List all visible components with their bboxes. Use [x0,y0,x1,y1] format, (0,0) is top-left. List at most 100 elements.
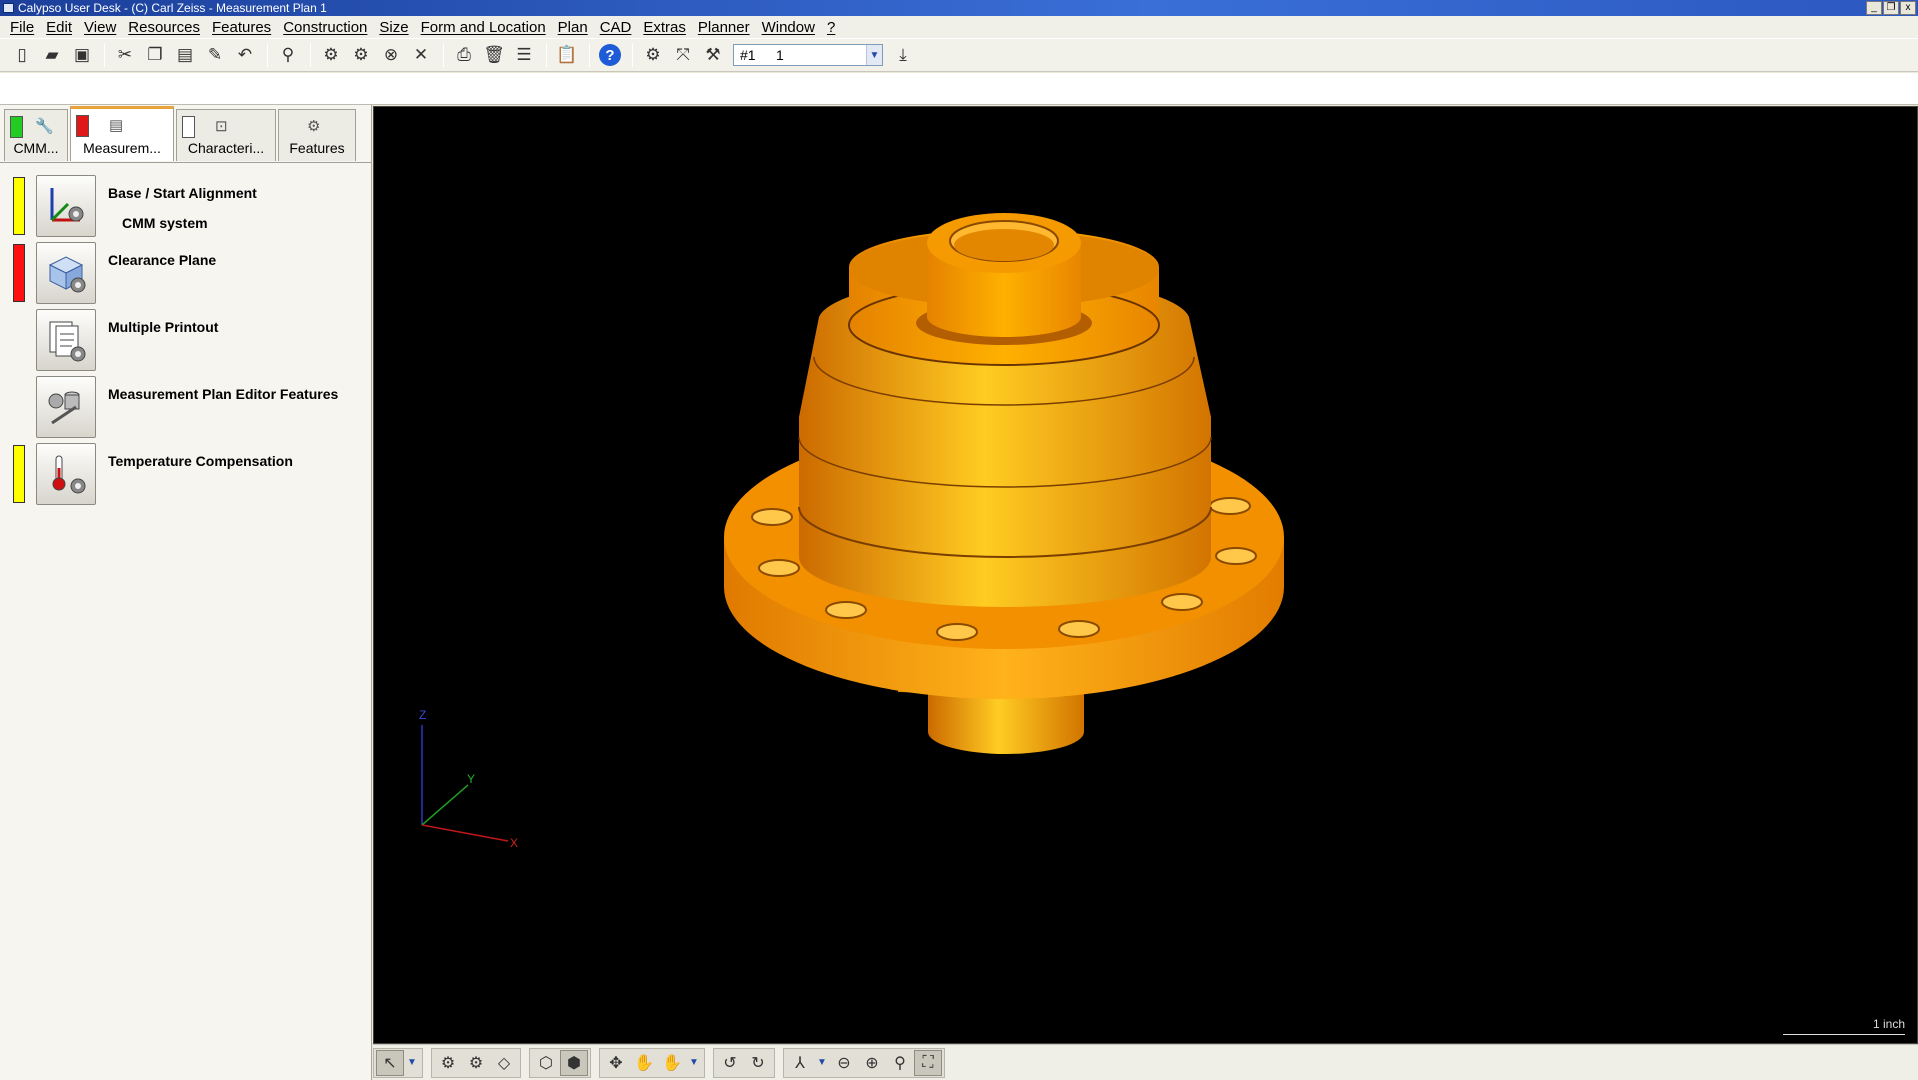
app-icon [3,3,14,13]
chevron-down-icon[interactable]: ▼ [814,1050,830,1076]
menu-edit[interactable]: Edit [41,19,79,36]
chevron-down-icon[interactable]: ▼ [404,1050,420,1076]
menu-size[interactable]: Size [374,19,415,36]
plan-item-editor-features[interactable]: Measurement Plan Editor Features [0,376,370,438]
editor-features-icon[interactable] [36,376,96,438]
transform-tool-icon[interactable]: ⊗ [377,41,405,69]
menu-planner[interactable]: Planner [693,19,757,36]
alignment-icon[interactable] [36,175,96,237]
window-title: Calypso User Desk - (C) Carl Zeiss - Mea… [18,1,327,15]
characteristic-icon: ⊡ [215,118,228,135]
restore-button[interactable]: ❐ [1883,1,1899,15]
printout-icon[interactable] [36,309,96,371]
tab-status-indicator [10,116,23,138]
tab-label: Characteri... [187,140,265,156]
cut-icon[interactable]: ✂ [111,41,139,69]
menu-plan[interactable]: Plan [553,19,595,36]
tab-label: Measurem... [83,140,161,156]
clipboard-icon[interactable]: 📋 [553,41,581,69]
zoom-out-icon[interactable]: ⊖ [830,1050,858,1076]
open-folder-icon[interactable]: ▰ [38,41,66,69]
pan-icon[interactable]: ✥ [602,1050,630,1076]
plan-item-label: Base / Start Alignment [108,185,257,201]
plan-icon: ▤ [109,117,124,134]
probe-axis-icon[interactable]: ⤧ [669,41,697,69]
probe-id: #1 [740,47,756,63]
delete-icon[interactable]: 🗑 [480,41,508,69]
paste-icon[interactable]: ▤ [171,41,199,69]
clearance-plane-icon[interactable] [36,242,96,304]
plan-item-label: Clearance Plane [108,252,217,268]
feature-filter-icon[interactable]: ⚙ [462,1050,490,1076]
zoom-window-icon[interactable]: ⚲ [886,1050,914,1076]
minimize-button[interactable]: _ [1866,1,1882,15]
menu-resources[interactable]: Resources [123,19,207,36]
view-toolbar: ↖ ▼ ⚙ ⚙ ◇ ⬡ ⬢ ✥ ✋ ✋ ▼ ↺ ↻ ⅄ ▼ ⊖ ⊕ ⚲ ⛶ [373,1044,1918,1080]
select-group: ↖ ▼ [373,1047,423,1078]
menu-window[interactable]: Window [757,19,822,36]
plan-item-base-alignment[interactable]: Base / Start Alignment CMM system [0,175,370,237]
main-toolbar: ▯ ▰ ▣ ✂ ❐ ▤ ✎ ↶ ⚲ ⚙ ⚙ ⊗ ✕ ⎙ 🗑 ☰ 📋 ? ⚙ ⤧ … [0,38,1918,72]
plan-item-temperature-compensation[interactable]: Temperature Compensation [0,443,370,505]
menu-view[interactable]: View [79,19,123,36]
plan-item-label: Multiple Printout [108,319,219,335]
tab-characteristics[interactable]: ⊡ Characteri... [176,109,276,161]
close-button[interactable]: x [1900,1,1916,15]
edit-brush-icon[interactable]: ✎ [201,41,229,69]
save-icon[interactable]: ▣ [68,41,96,69]
title-bar: Calypso User Desk - (C) Carl Zeiss - Mea… [0,0,1918,16]
plan-panel: 🔧 CMM... ▤ Measurem... ⊡ Characteri... ⚙… [0,105,372,1080]
chevron-down-icon[interactable]: ▼ [866,45,882,65]
characteristic-tool-icon[interactable]: ⚙ [347,41,375,69]
plan-item-sublabel: CMM system [122,215,208,231]
thermometer-icon[interactable] [36,443,96,505]
menu-file[interactable]: File [5,19,41,36]
probe-select-combo[interactable]: #1 1 ▼ [733,44,883,66]
differential-housing-model [724,213,1284,754]
stylus-icon[interactable]: ⚒ [699,41,727,69]
hand-icon[interactable]: ✋ [630,1050,658,1076]
copy-icon[interactable]: ❐ [141,41,169,69]
show-features-icon[interactable]: ⚙ [434,1050,462,1076]
tab-measurement-plan[interactable]: ▤ Measurem... [70,106,174,161]
select-pointer-icon[interactable]: ↖ [376,1049,404,1076]
info-strip [0,73,1918,105]
probe-change-icon[interactable]: ⤓ [889,41,917,69]
help-icon[interactable]: ? [596,41,624,69]
zoom-fit-icon[interactable]: ⛶ [914,1049,942,1076]
menu-form-and-location[interactable]: Form and Location [416,19,553,36]
menu-features[interactable]: Features [207,19,278,36]
binoculars-icon[interactable]: ⚲ [274,41,302,69]
menu-construction[interactable]: Construction [278,19,374,36]
solid-render-icon[interactable]: ⬢ [560,1049,588,1076]
tab-features[interactable]: ⚙ Features [278,109,356,161]
cad-model-view[interactable]: Z Y X [374,107,1918,1044]
zoom-in-icon[interactable]: ⊕ [858,1050,886,1076]
menu-cad[interactable]: CAD [595,19,639,36]
render-mode-group: ⬡ ⬢ [529,1047,591,1078]
status-indicator [13,177,25,235]
report-icon[interactable]: ☰ [510,41,538,69]
cube-view-icon[interactable]: ◇ [490,1050,518,1076]
wireframe-icon[interactable]: ⬡ [532,1050,560,1076]
panel-tabs: 🔧 CMM... ▤ Measurem... ⊡ Characteri... ⚙… [4,106,358,161]
plan-item-clearance-plane[interactable]: Clearance Plane [0,242,370,304]
tab-cmm[interactable]: 🔧 CMM... [4,109,68,161]
print-icon[interactable]: ⎙ [450,41,478,69]
rotate-right-icon[interactable]: ↻ [744,1050,772,1076]
feature-tool-icon[interactable]: ⚙ [317,41,345,69]
rotate-group: ↺ ↻ [713,1047,775,1078]
rotate-xyz-icon[interactable]: ✋ [658,1050,686,1076]
rotate-left-icon[interactable]: ↺ [716,1050,744,1076]
new-file-icon[interactable]: ▯ [8,41,36,69]
chevron-down-icon[interactable]: ▼ [686,1050,702,1076]
plan-item-multiple-printout[interactable]: Multiple Printout [0,309,370,371]
menu-help[interactable]: ? [822,19,842,36]
undo-icon[interactable]: ↶ [231,41,259,69]
axis-triad: Z Y X [419,708,518,850]
tools-icon[interactable]: ✕ [407,41,435,69]
probe-settings-icon[interactable]: ⚙ [639,41,667,69]
menu-extras[interactable]: Extras [638,19,693,36]
cad-viewport[interactable]: Z Y X 1 inch [373,106,1918,1044]
axis-view-icon[interactable]: ⅄ [786,1050,814,1076]
